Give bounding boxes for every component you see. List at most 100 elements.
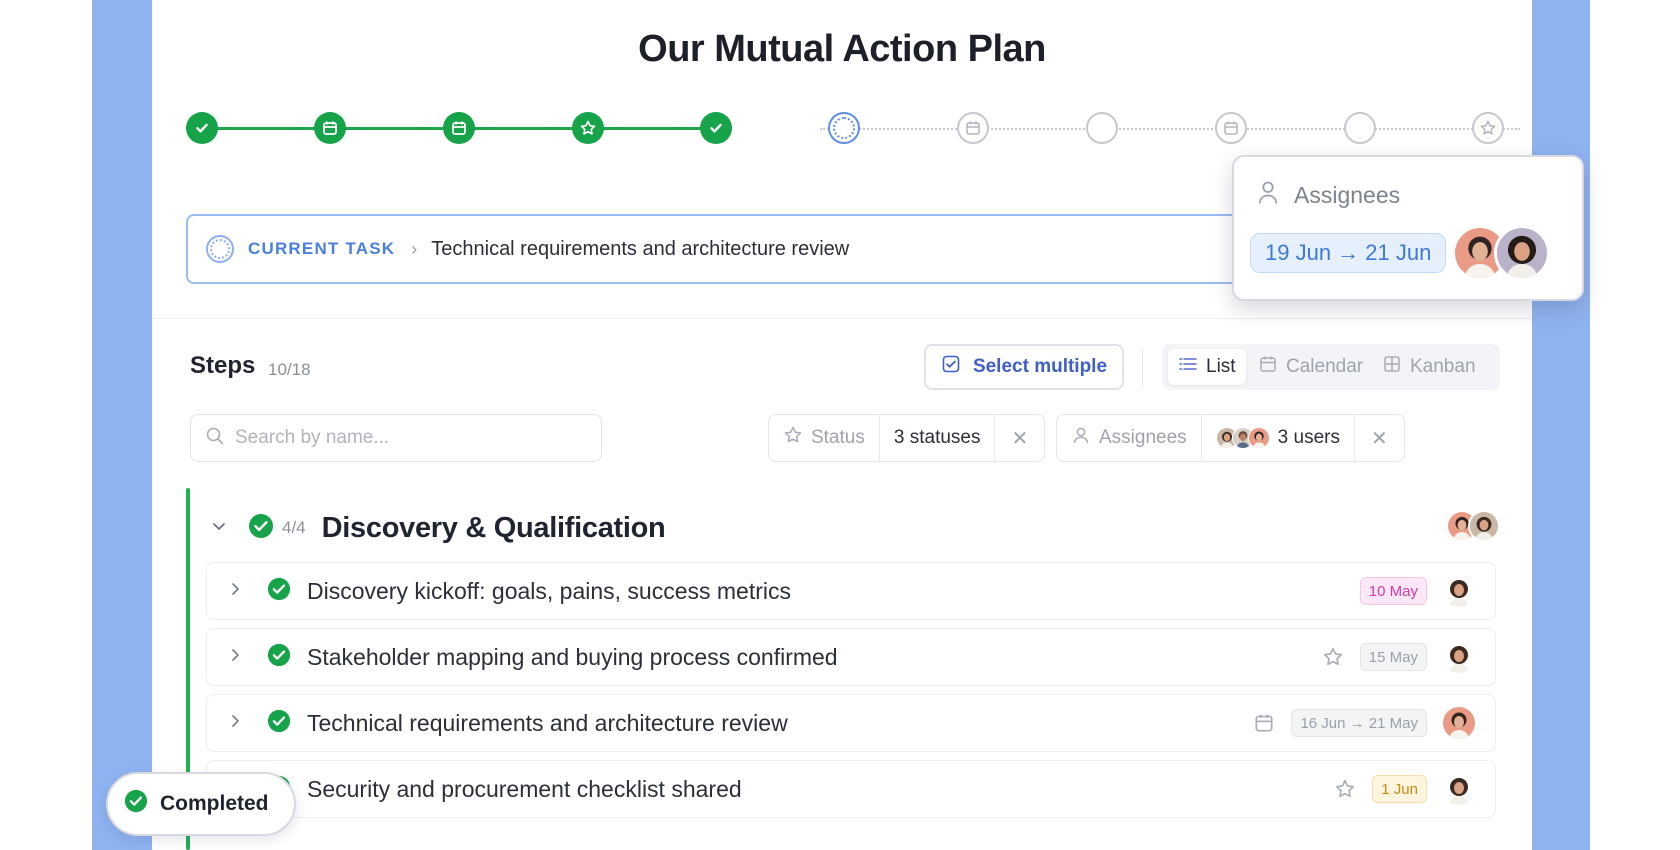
popover-avatar-stack [1452, 225, 1552, 281]
avatar[interactable] [1443, 707, 1475, 739]
divider [1142, 348, 1143, 386]
avatar[interactable] [1494, 225, 1550, 281]
view-list-tab[interactable]: List [1168, 349, 1246, 385]
avatar[interactable] [1443, 773, 1475, 805]
assignees-popover: Assignees 19 Jun → 21 Jun [1232, 155, 1584, 301]
completed-label: Completed [160, 792, 269, 815]
user-icon [1071, 425, 1091, 451]
chevron-right-icon[interactable] [227, 647, 261, 668]
view-calendar-label: Calendar [1286, 356, 1364, 377]
step-5-check-icon[interactable] [700, 112, 732, 144]
task-meta: 1 Jun [1334, 761, 1475, 817]
date-range-pill[interactable]: 19 Jun → 21 Jun [1250, 233, 1447, 273]
action-plan-card: Our Mutual Action Plan CURRENT TASK › Te… [152, 0, 1532, 850]
view-switcher: List Calendar Kanban [1162, 344, 1500, 390]
star-icon [783, 425, 803, 451]
progress-stepper [152, 108, 1532, 148]
check-circle-icon [248, 513, 274, 544]
view-list-label: List [1206, 356, 1236, 377]
assignees-filter-value-button[interactable]: 3 users [1202, 415, 1355, 461]
step-7-calendar-icon[interactable] [957, 112, 989, 144]
view-kanban-label: Kanban [1410, 356, 1476, 377]
step-2-calendar-icon[interactable] [314, 112, 346, 144]
task-title: Technical requirements and architecture … [307, 709, 788, 736]
search-box [190, 414, 602, 462]
completed-badge[interactable]: Completed [106, 772, 296, 836]
user-icon [1256, 179, 1280, 211]
chevron-right-icon[interactable] [227, 581, 261, 602]
list-icon [1178, 355, 1198, 379]
check-circle-icon [267, 643, 291, 672]
step-3-calendar-icon[interactable] [443, 112, 475, 144]
calendar-icon[interactable] [1253, 712, 1275, 734]
task-meta: 15 May [1322, 629, 1475, 685]
chevron-right-icon[interactable] [227, 713, 261, 734]
assignees-filter-label-button[interactable]: Assignees [1057, 415, 1202, 461]
status-filter-value[interactable]: 3 statuses [880, 415, 996, 461]
task-title: Discovery kickoff: goals, pains, success… [307, 577, 792, 604]
step-10-circle-icon[interactable] [1344, 112, 1376, 144]
view-kanban-tab[interactable]: Kanban [1372, 349, 1486, 385]
step-4-star-icon[interactable] [572, 112, 604, 144]
step-1-check-icon[interactable] [186, 112, 218, 144]
checkbox-icon [941, 354, 961, 380]
step-11-star-icon[interactable] [1472, 112, 1504, 144]
page-title: Our Mutual Action Plan [638, 28, 1046, 70]
popover-assignees-label: Assignees [1294, 181, 1401, 208]
kanban-icon [1382, 354, 1402, 380]
section-title: Discovery & Qualification [321, 511, 666, 544]
calendar-icon [1258, 354, 1278, 380]
chevron-down-icon[interactable] [210, 517, 234, 540]
step-9-calendar-icon[interactable] [1215, 112, 1247, 144]
assignees-avatar-stack [1215, 427, 1270, 449]
task-meta: 10 May [1359, 563, 1475, 619]
star-icon[interactable] [1334, 778, 1356, 800]
status-filter-label-button[interactable]: Status [769, 415, 880, 461]
step-8-circle-icon[interactable] [1086, 112, 1118, 144]
chevron-right-icon: › [411, 238, 418, 259]
due-date-tag[interactable]: 15 May [1359, 643, 1427, 671]
status-filter: Status 3 statuses ✕ [768, 414, 1046, 462]
divider [152, 318, 1532, 319]
current-task-label: CURRENT TASK [248, 239, 396, 258]
step-6-current-icon[interactable] [828, 112, 860, 144]
select-multiple-button[interactable]: Select multiple [924, 344, 1124, 390]
due-date-tag[interactable]: 1 Jun [1372, 775, 1427, 803]
current-task-icon [206, 235, 234, 263]
task-title: Security and procurement checklist share… [307, 775, 742, 802]
avatar[interactable] [1443, 641, 1475, 673]
current-task-bar[interactable]: CURRENT TASK › Technical requirements an… [186, 214, 1296, 284]
task-meta: 16 Jun → 21 May [1253, 695, 1475, 751]
section-avatar-stack [1446, 510, 1500, 544]
section-header[interactable]: 4/4 Discovery & Qualification [210, 506, 1500, 550]
status-filter-label: Status [811, 427, 865, 448]
popover-header: Assignees [1256, 179, 1400, 211]
task-row[interactable]: Discovery kickoff: goals, pains, success… [206, 562, 1496, 620]
section-count: 4/4 [282, 518, 306, 537]
due-date-tag[interactable]: 16 Jun → 21 May [1291, 709, 1427, 737]
avatar[interactable] [1443, 575, 1475, 607]
star-icon[interactable] [1322, 646, 1344, 668]
assignees-filter-label: Assignees [1099, 427, 1187, 448]
select-multiple-label: Select multiple [972, 356, 1108, 377]
task-row[interactable]: Stakeholder mapping and buying process c… [206, 628, 1496, 686]
avatar [1247, 427, 1270, 449]
search-input[interactable] [235, 427, 575, 449]
assignees-filter-clear-icon[interactable]: ✕ [1355, 415, 1404, 461]
task-row[interactable]: Technical requirements and architecture … [206, 694, 1496, 752]
check-circle-icon [124, 789, 148, 819]
progress-line-todo [820, 128, 1520, 130]
task-row[interactable]: Security and procurement checklist share… [206, 760, 1496, 818]
check-circle-icon [267, 709, 291, 738]
status-filter-clear-icon[interactable]: ✕ [995, 415, 1044, 461]
due-date-tag[interactable]: 10 May [1359, 577, 1427, 605]
search-icon [205, 426, 225, 451]
task-title: Stakeholder mapping and buying process c… [307, 643, 838, 670]
steps-count: 10/18 [268, 360, 311, 379]
view-calendar-tab[interactable]: Calendar [1248, 349, 1373, 385]
assignees-filter: Assignees 3 users ✕ [1056, 414, 1405, 462]
current-task-text: Technical requirements and architecture … [431, 237, 850, 260]
avatar [1468, 510, 1500, 542]
assignees-filter-value: 3 users [1277, 427, 1340, 448]
steps-title: Steps [190, 352, 256, 379]
